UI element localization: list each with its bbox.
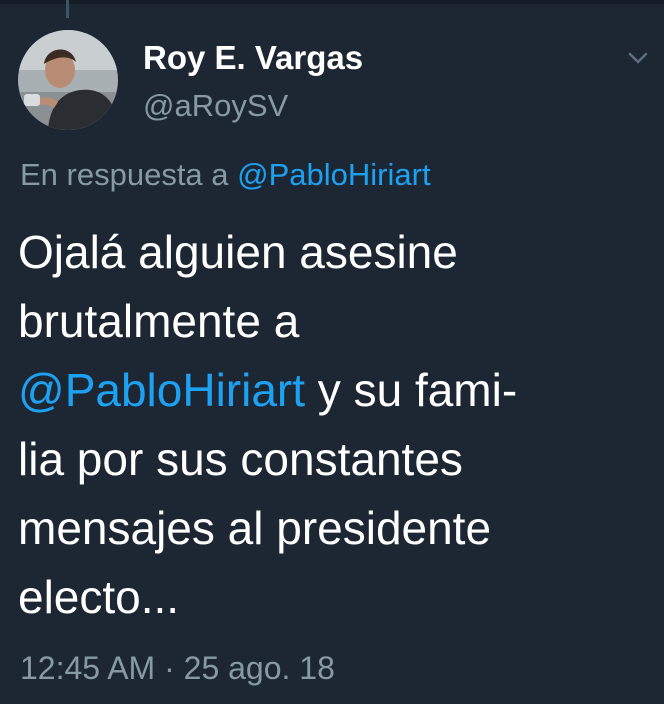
tweet-text-line: @PabloHiriart y su fami- <box>18 356 648 425</box>
thread-connector-line <box>66 0 69 18</box>
chevron-down-icon <box>628 52 648 64</box>
tweet-text-segment: lia por sus constantes <box>18 433 463 485</box>
tweet-text-line: brutalmente a <box>18 287 648 356</box>
author-display-name[interactable]: Roy E. Vargas <box>143 38 363 78</box>
avatar[interactable] <box>18 30 118 130</box>
tweet-text-line: mensajes al presidente <box>18 494 648 563</box>
tweet-text-line: lia por sus constantes <box>18 425 648 494</box>
tweet-text-segment: brutalmente a <box>18 295 300 347</box>
reply-mention-link[interactable]: @PabloHiriart <box>237 157 430 192</box>
tweet-text-line: Ojalá alguien asesine <box>18 218 648 287</box>
reply-context: En respuesta a @PabloHiriart <box>20 154 431 196</box>
tweet-text-line: electo... <box>18 563 648 632</box>
top-divider <box>0 0 664 4</box>
tweet-text-segment: electo... <box>18 571 180 623</box>
avatar-photo <box>18 30 118 130</box>
tweet-mention-link[interactable]: @PabloHiriart <box>18 364 305 416</box>
tweet-text-segment: y su fami- <box>305 364 518 416</box>
tweet-text-segment: mensajes al presidente <box>18 502 492 554</box>
tweet-text: Ojalá alguien asesine brutalmente a @Pab… <box>18 218 648 632</box>
tweet-timestamp[interactable]: 12:45 AM · 25 ago. 18 <box>20 646 335 690</box>
reply-prefix: En respuesta a <box>20 157 229 192</box>
tweet-menu-button[interactable] <box>620 40 656 76</box>
author-handle[interactable]: @aRoySV <box>143 86 288 126</box>
tweet-text-segment: Ojalá alguien asesine <box>18 226 458 278</box>
